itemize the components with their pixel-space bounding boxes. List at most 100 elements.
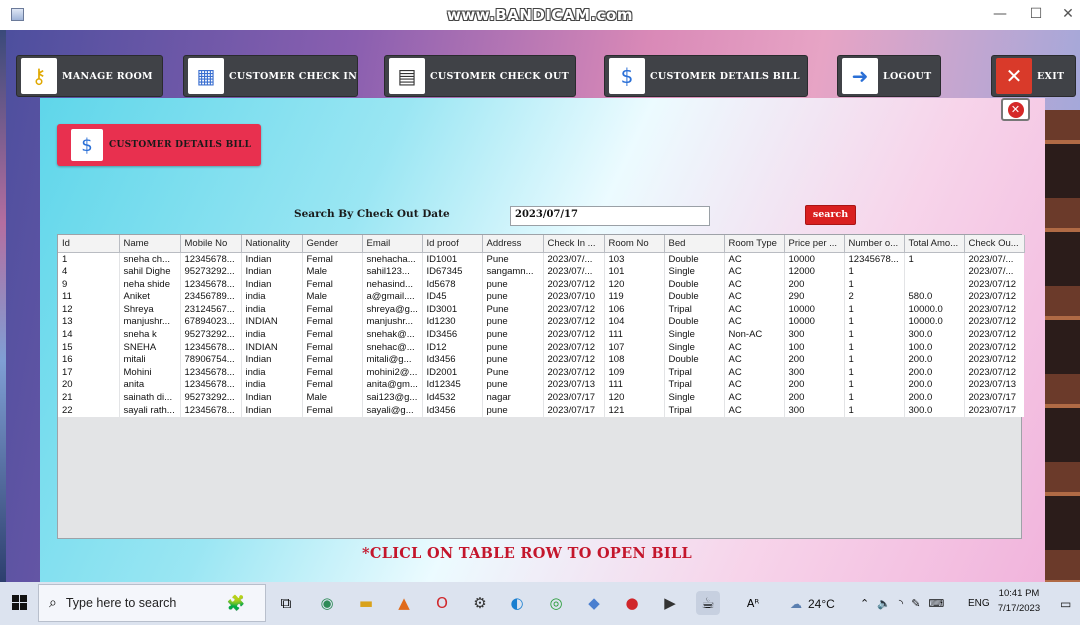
chrome-icon[interactable]: ◎ [544, 591, 568, 615]
column-header[interactable]: Id proof [422, 235, 483, 253]
people-icon[interactable]: Aᴿ [741, 591, 765, 615]
file-explorer-icon[interactable]: ▬ [354, 591, 378, 615]
column-header[interactable]: Bed [664, 235, 725, 253]
table-cell: Indian [241, 278, 302, 292]
wifi-icon[interactable]: ◝ [899, 597, 903, 610]
customer-check-out-button[interactable]: ▤ CUSTOMER CHECK OUT [384, 55, 576, 97]
table-row[interactable]: 11 Aniket 23456789... india Male a@gmail.... I… [58, 291, 1024, 304]
column-header[interactable]: Mobile No [180, 235, 242, 253]
table-row[interactable]: 13 manjushr... 67894023... INDIAN Femal manju… [58, 316, 1024, 330]
column-header[interactable]: Gender [302, 235, 363, 253]
table-cell: 21 [58, 392, 119, 405]
table-cell: anita [119, 379, 180, 393]
table-cell: a@gmail.... [362, 291, 422, 304]
table-cell: AC [724, 291, 784, 304]
table-row[interactable]: 20 anita 12345678... india Femal anita@gm... I… [58, 379, 1024, 393]
table-cell: Femal [302, 354, 362, 367]
whatsapp-icon[interactable]: ◉ [315, 591, 339, 615]
table-cell: Pune [482, 252, 543, 267]
minimize-button[interactable]: — [990, 6, 1010, 22]
column-header[interactable]: Room Type [724, 235, 785, 253]
java-app-taskbar-icon[interactable]: ☕ [696, 591, 720, 615]
column-header[interactable]: Number o... [844, 235, 905, 253]
table-row[interactable]: 22 sayali rath... 12345678... Indian Femal sa… [58, 404, 1024, 418]
table-body[interactable]: 1 sneha ch... 12345678... Indian Femal snehac… [58, 252, 1024, 418]
media-player-icon[interactable]: ▶ [658, 591, 682, 615]
vlc-icon[interactable]: ▲ [392, 591, 416, 615]
bandicam-record-icon[interactable]: ● [620, 591, 644, 615]
table-row[interactable]: 17 Mohini 12345678... india Femal mohini2@...… [58, 366, 1024, 380]
app-cube-icon[interactable]: ◆ [582, 591, 606, 615]
table-cell: 13 [58, 316, 119, 330]
close-window-button[interactable]: ✕ [1058, 6, 1078, 22]
table-row[interactable]: 9 neha shide 12345678... Indian Femal nehasin… [58, 278, 1024, 292]
table-cell: 2023/07/17 [964, 392, 1024, 405]
system-tray-icons[interactable]: ⌃ 🔈 ◝ ✎ ⌨ [860, 582, 944, 625]
opera-icon[interactable]: O [430, 591, 454, 615]
table-cell: ID67345 [422, 266, 482, 279]
table-cell: Femal [302, 278, 362, 292]
column-header[interactable]: Address [482, 235, 544, 253]
search-button[interactable]: search [805, 205, 856, 225]
column-header[interactable]: Room No [604, 235, 665, 253]
notification-icon[interactable]: ▭ [1060, 582, 1071, 625]
table-row[interactable]: 16 mitali 78906754... Indian Femal mitali@g..… [58, 354, 1024, 367]
column-header[interactable]: Check Ou... [964, 235, 1025, 253]
table-cell: AC [724, 278, 784, 292]
table-row[interactable]: 14 sneha k 95273292... india Femal snehak@...… [58, 329, 1024, 342]
column-header[interactable]: Nationality [241, 235, 303, 253]
column-header[interactable]: Id [58, 235, 120, 253]
customer-check-in-button[interactable]: ▦ CUSTOMER CHECK IN [183, 55, 358, 97]
customer-table[interactable]: Id Name Mobile No Nationality Gender Email Id … [57, 234, 1025, 539]
table-cell: AC [724, 252, 784, 267]
language-indicator[interactable]: ENG [968, 582, 990, 625]
column-header[interactable]: Price per ... [784, 235, 845, 253]
table-cell: 200 [784, 354, 844, 367]
table-cell: 300 [784, 366, 844, 380]
table-cell: Femal [302, 316, 362, 330]
search-highlight-icon[interactable]: 🧩 [212, 591, 260, 615]
customer-details-bill-button[interactable]: $ CUSTOMER DETAILS BILL [604, 55, 808, 97]
table-row[interactable]: 1 sneha ch... 12345678... Indian Femal snehac… [58, 252, 1024, 267]
table-cell: 1 [904, 252, 964, 267]
column-header[interactable]: Check In ... [543, 235, 605, 253]
table-row[interactable]: 12 Shreya 23124567... india Femal shreya@g...… [58, 303, 1024, 317]
clock[interactable]: 10:41 PM 7/17/2023 [994, 586, 1044, 616]
task-view-icon[interactable]: ⧉ [274, 591, 298, 615]
table-cell: india [241, 303, 302, 317]
pen-icon[interactable]: ✎ [911, 597, 920, 610]
exit-button[interactable]: ✕ EXIT [991, 55, 1076, 97]
table-cell: snehak@... [362, 329, 422, 342]
table-cell: 1 [844, 303, 904, 317]
table-row[interactable]: 4 sahil Dighe 95273292... Indian Male sahil12… [58, 266, 1024, 279]
table-cell: Indian [241, 404, 302, 418]
table-cell: INDIAN [241, 341, 302, 355]
table-cell: Male [302, 266, 362, 279]
logout-button[interactable]: ➜ LOGOUT [837, 55, 941, 97]
table-cell: india [241, 329, 302, 342]
column-header[interactable]: Total Amo... [904, 235, 965, 253]
table-cell: mitali@g... [362, 354, 422, 367]
windows-start-icon[interactable] [12, 595, 27, 610]
table-row[interactable]: 15 SNEHA 12345678... INDIAN Femal snehac@... I… [58, 341, 1024, 355]
maximize-button[interactable]: ☐ [1026, 6, 1046, 22]
column-header[interactable]: Name [119, 235, 181, 253]
manage-room-button[interactable]: ⚷ MANAGE ROOM [16, 55, 163, 97]
chevron-up-icon[interactable]: ⌃ [860, 597, 869, 610]
table-cell: AC [724, 341, 784, 355]
edge-icon[interactable]: ◐ [505, 591, 529, 615]
table-cell: Femal [302, 329, 362, 342]
table-cell: 106 [604, 303, 664, 317]
checkout-date-input[interactable]: 2023/07/17 [510, 206, 710, 226]
table-cell: 111 [604, 329, 664, 342]
table-cell: AC [724, 266, 784, 279]
keyboard-icon[interactable]: ⌨ [928, 597, 944, 610]
table-cell: 200 [784, 392, 844, 405]
column-header[interactable]: Email [362, 235, 423, 253]
table-row[interactable]: 21 sainath di... 95273292... Indian Male sai1… [58, 392, 1024, 405]
volume-icon[interactable]: 🔈 [877, 597, 891, 610]
settings-icon[interactable]: ⚙ [468, 591, 492, 615]
weather-widget[interactable]: ☁ 24°C [790, 582, 835, 625]
panel-close-button[interactable]: ✕ [1001, 98, 1030, 121]
table-cell: ID3456 [422, 329, 482, 342]
